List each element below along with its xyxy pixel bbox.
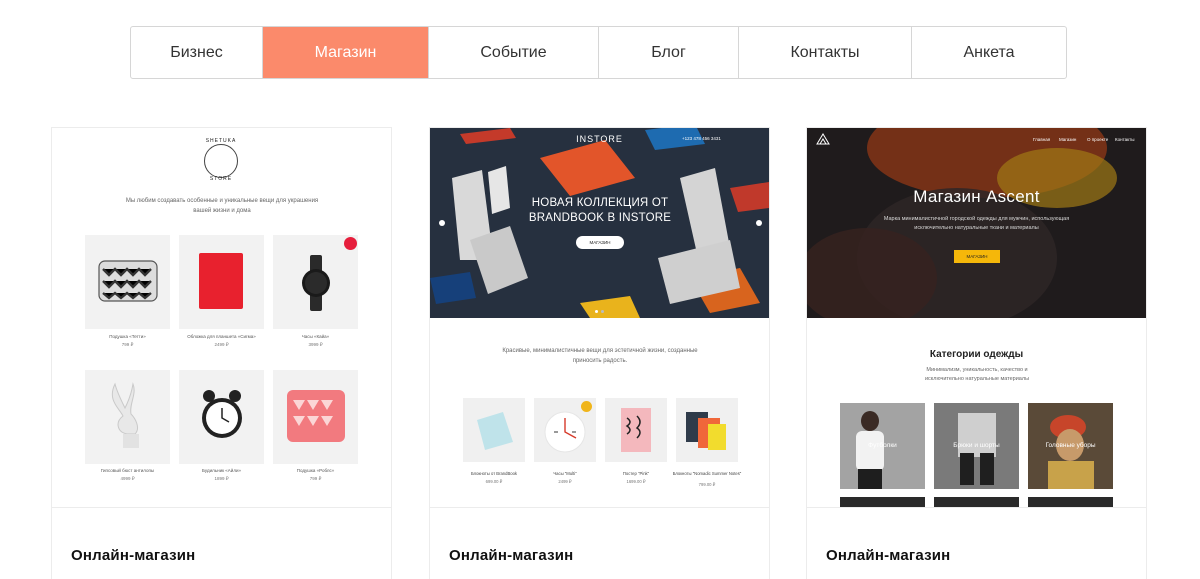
- slider-next-icon: [756, 220, 762, 226]
- hero-banner: Главная Магазин О проекте Контакты Магаз…: [807, 128, 1146, 318]
- poster-icon: [621, 408, 651, 452]
- template-preview: INSTORE +123 478 456 3431 НОВАЯ КОЛЛЕКЦИ…: [430, 128, 769, 507]
- product-price: 699.00 ₽: [485, 479, 503, 484]
- watch-icon: [302, 255, 330, 311]
- product-price: 1699.00 ₽: [626, 479, 646, 484]
- store-logo: [204, 144, 238, 178]
- product-price: 4999 ₽: [120, 476, 135, 481]
- hero-banner: INSTORE +123 478 456 3431 НОВАЯ КОЛЛЕКЦИ…: [430, 128, 769, 318]
- tab-event[interactable]: Событие: [429, 27, 599, 78]
- sale-badge: [344, 237, 357, 250]
- product-image: [85, 235, 170, 329]
- card-footer: Онлайн-магазин: [430, 507, 769, 579]
- section-subtitle: Минимализм, уникальность, качество и иск…: [924, 367, 1030, 382]
- product-name: Часы «Кайа»: [301, 334, 330, 339]
- category-label: Брюки и шорты: [953, 442, 1000, 449]
- card-footer: Онлайн-магазин: [807, 507, 1146, 579]
- nav-shop: Магазин: [1059, 137, 1077, 142]
- notebook-icon: [477, 412, 513, 450]
- pillow-icon: [98, 260, 158, 302]
- category-tile: [934, 497, 1019, 507]
- product-image: [676, 398, 738, 462]
- product-name: Постер "Pink": [622, 471, 650, 476]
- template-preview: Главная Магазин О проекте Контакты Магаз…: [807, 128, 1146, 507]
- slider-dot: [601, 310, 604, 313]
- nav-home: Главная: [1033, 137, 1051, 142]
- category-tile: Футболки: [840, 403, 925, 489]
- category-tile: [1028, 497, 1113, 507]
- product-price: 799.00 ₽: [698, 482, 716, 487]
- tab-store[interactable]: Магазин: [263, 27, 429, 78]
- section-title: Категории одежды: [929, 349, 1024, 360]
- product-name: Блокноты от BrandBook: [470, 471, 518, 476]
- tab-business[interactable]: Бизнес: [131, 27, 263, 78]
- card-footer: Онлайн-магазин: [52, 507, 391, 579]
- hero-shop-button: МАГАЗИН: [576, 236, 624, 249]
- product-name: Гипсовый бюст антилопы: [100, 468, 155, 473]
- template-card-ascent[interactable]: Главная Магазин О проекте Контакты Магаз…: [806, 127, 1147, 579]
- product-name: Часы "Multi": [553, 471, 577, 476]
- notebooks-icon: [686, 412, 726, 450]
- antelope-bust-icon: [111, 382, 139, 448]
- tablet-cover-icon: [199, 253, 243, 309]
- product-image: [273, 235, 358, 329]
- product-image: [179, 370, 264, 464]
- card-caption: Онлайн-магазин: [826, 547, 951, 564]
- product-name: Будильник «Айли»: [202, 468, 241, 473]
- category-tile: Брюки и шорты: [934, 403, 1019, 489]
- slider-prev-icon: [439, 220, 445, 226]
- store-intro: Мы любим создавать особенные и уникальны…: [125, 198, 319, 214]
- alarm-clock-icon: [202, 390, 242, 438]
- nav-contacts: Контакты: [1115, 137, 1135, 142]
- category-label: Футболки: [868, 442, 897, 449]
- template-preview: SHETUKA STORE Мы любим создавать особенн…: [52, 128, 391, 507]
- template-card-instore[interactable]: INSTORE +123 478 456 3431 НОВАЯ КОЛЛЕКЦИ…: [429, 127, 770, 579]
- hero-title: Магазин Ascent: [913, 187, 1040, 206]
- category-tabs: Бизнес Магазин Событие Блог Контакты Анк…: [130, 26, 1067, 79]
- hero-subtitle: Марка минималистичной городской одежды д…: [883, 216, 1070, 231]
- category-tile: [840, 497, 925, 507]
- product-image: [463, 398, 525, 462]
- slider-dot: [595, 310, 598, 313]
- tab-survey[interactable]: Анкета: [912, 27, 1066, 78]
- product-name: Блокноты "Nomadic Summer Notes": [672, 471, 742, 476]
- nav-about: О проекте: [1087, 137, 1109, 142]
- product-image: [85, 370, 170, 464]
- category-tile: Головные уборы: [1028, 403, 1113, 489]
- product-image: [179, 235, 264, 329]
- tab-blog[interactable]: Блог: [599, 27, 739, 78]
- hero-title: НОВАЯ КОЛЛЕКЦИЯ ОТ BRANDBOOK В INSTORE: [528, 197, 672, 224]
- card-caption: Онлайн-магазин: [449, 547, 574, 564]
- store-logo-text: STORE: [209, 176, 233, 182]
- tab-contacts[interactable]: Контакты: [739, 27, 912, 78]
- card-caption: Онлайн-магазин: [71, 547, 196, 564]
- pillow-icon: [287, 390, 345, 442]
- template-card-shetuka[interactable]: SHETUKA STORE Мы любим создавать особенн…: [51, 127, 392, 579]
- product-image: [605, 398, 667, 462]
- product-image: [273, 370, 358, 464]
- hero-shop-button: МАГАЗИН: [954, 250, 1000, 263]
- product-name: Обложка для планшета «Сигма»: [187, 334, 256, 339]
- sale-badge: [581, 401, 592, 412]
- product-price: 1899 ₽: [214, 476, 229, 481]
- product-name: Подушка «Тетти»: [109, 334, 146, 339]
- product-price: 799 ₽: [309, 476, 322, 481]
- store-intro: Красивые, минималистичные вещи для эстет…: [502, 348, 698, 364]
- product-price: 799 ₽: [121, 342, 134, 347]
- product-price: 3999 ₽: [308, 342, 323, 347]
- product-price: 2499 ₽: [558, 479, 572, 484]
- category-label: Головные уборы: [1045, 442, 1096, 449]
- phone-number: +123 478 456 3431: [682, 136, 721, 141]
- product-price: 2499 ₽: [214, 342, 229, 347]
- product-name: Подушка «Роблс»: [296, 468, 335, 473]
